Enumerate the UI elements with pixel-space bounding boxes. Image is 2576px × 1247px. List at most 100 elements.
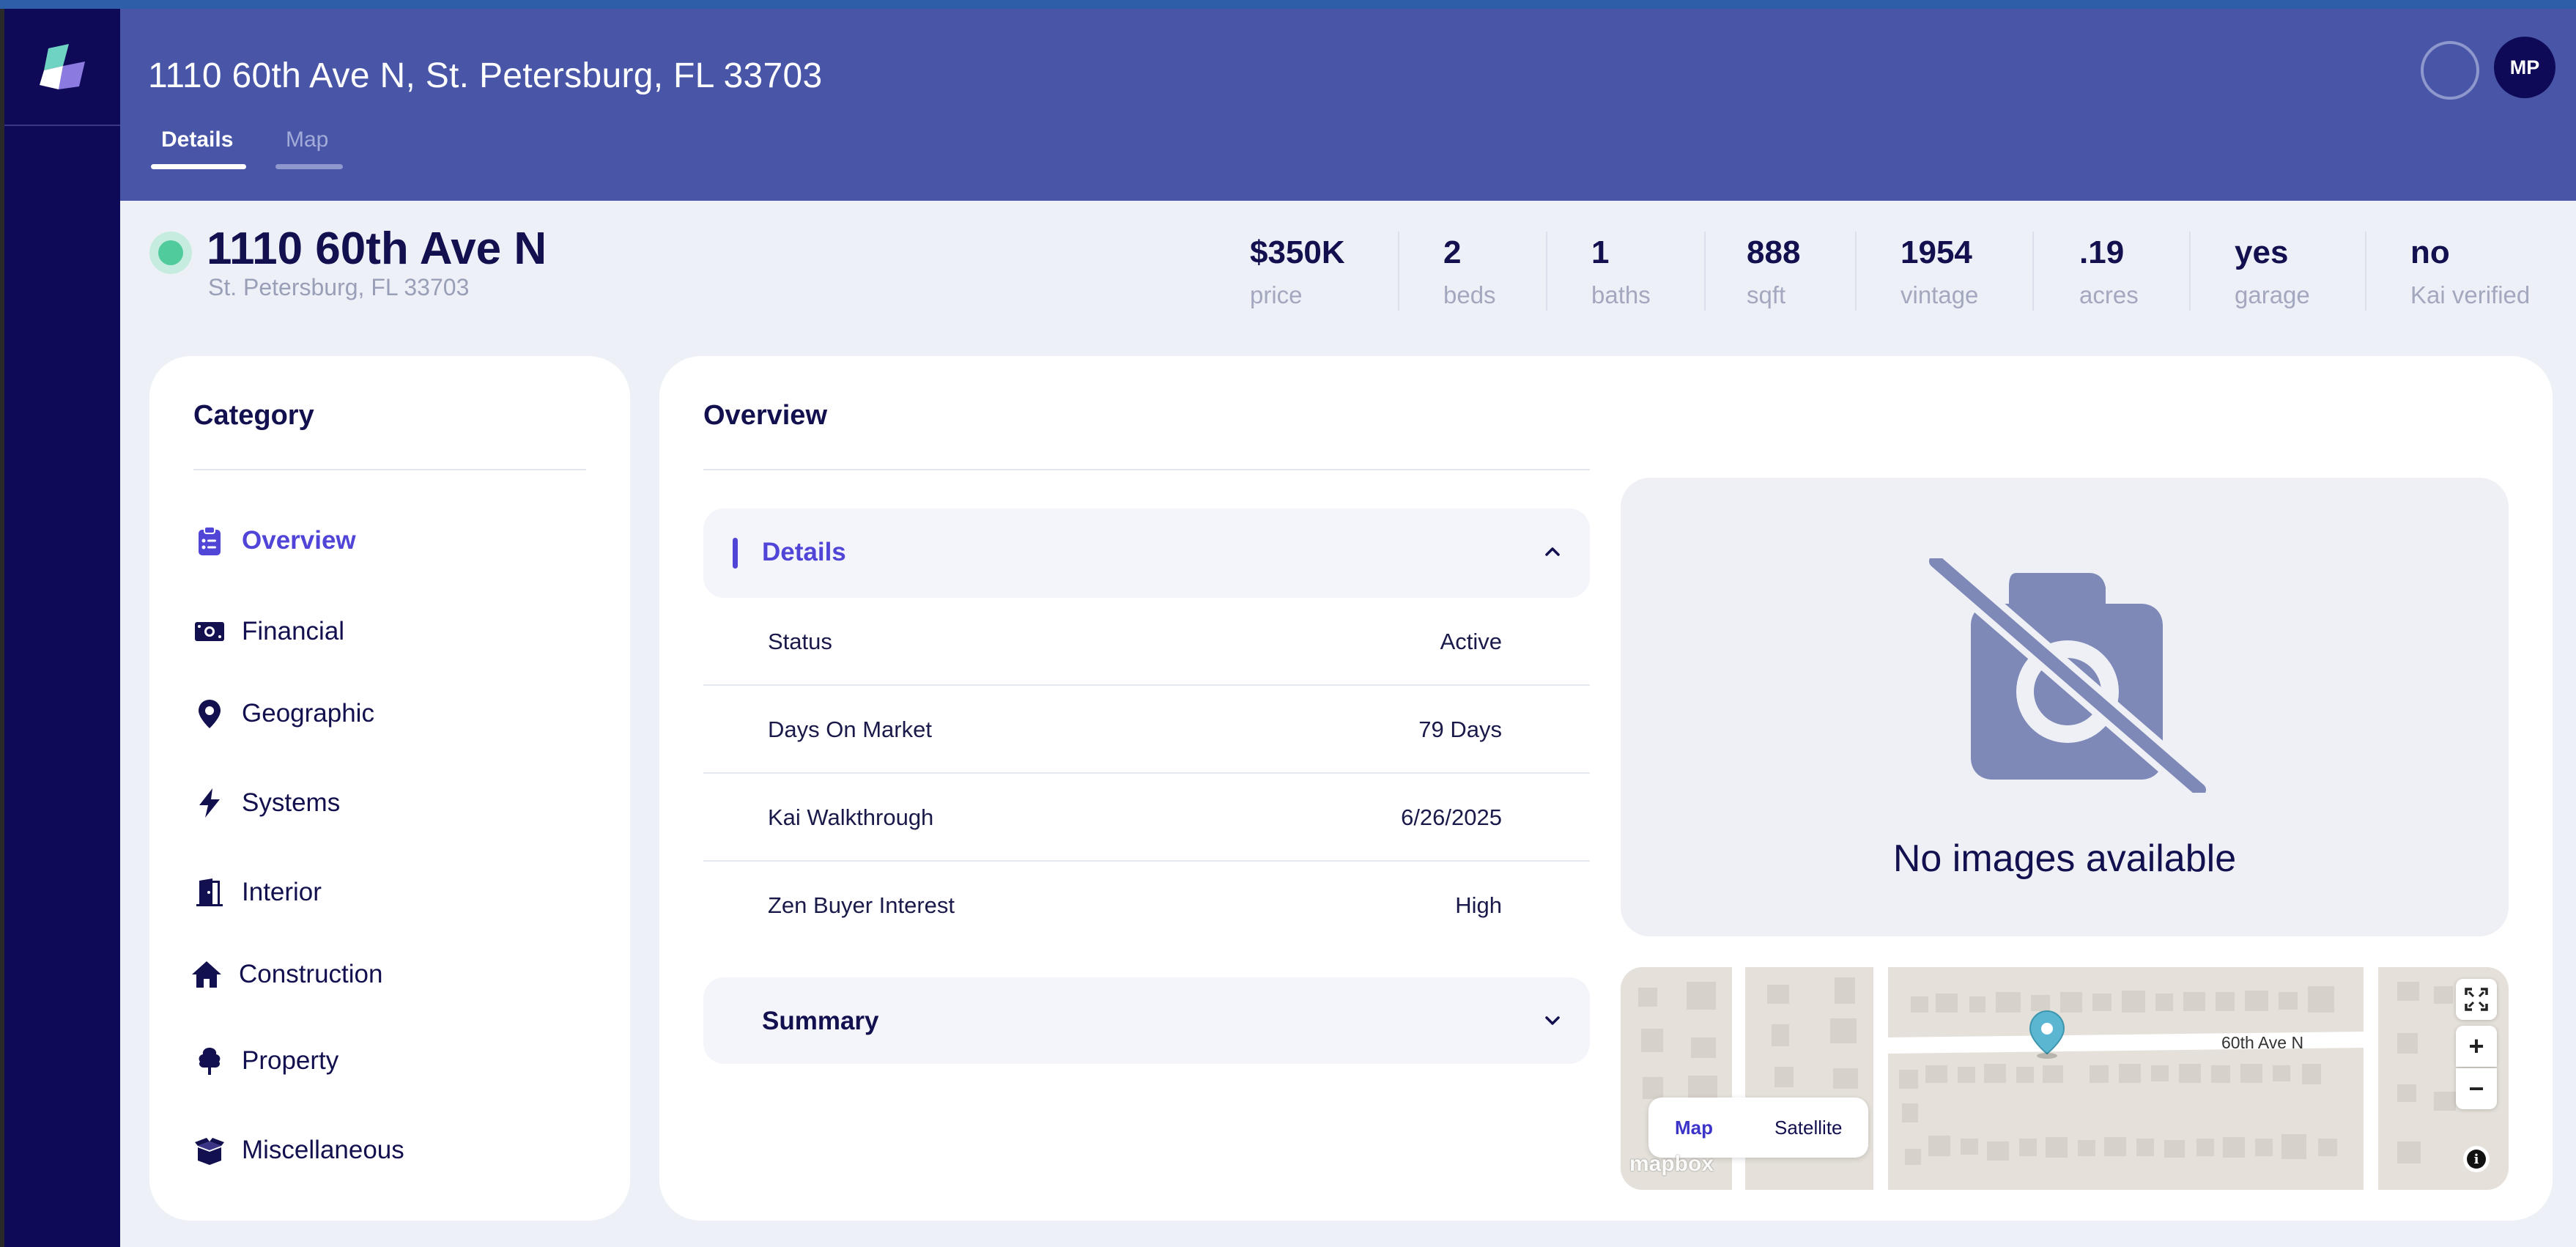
stat-price: $350K price bbox=[1250, 234, 1345, 309]
overview-card: Overview Details Status Active Days On M… bbox=[659, 356, 2553, 1221]
stat-divider bbox=[1398, 232, 1399, 311]
details-row-days-on-market: Days On Market 79 Days bbox=[703, 686, 1590, 774]
money-bill-icon bbox=[195, 622, 224, 641]
property-city: St. Petersburg, FL 33703 bbox=[208, 274, 470, 300]
category-item-label: Interior bbox=[242, 878, 322, 906]
stat-label: sqft bbox=[1747, 281, 1786, 308]
details-accordion-header[interactable]: Details bbox=[703, 508, 1590, 598]
map-type-map-button[interactable]: Map bbox=[1675, 1117, 1713, 1139]
row-key: Zen Buyer Interest bbox=[768, 892, 955, 918]
camera-slash-icon bbox=[1922, 558, 2213, 793]
stat-divider bbox=[1855, 232, 1857, 311]
details-row-kai-walkthrough: Kai Walkthrough 6/26/2025 bbox=[703, 774, 1590, 862]
overview-divider bbox=[703, 469, 1590, 470]
stat-label: acres bbox=[2079, 281, 2139, 308]
stat-value: 2 bbox=[1443, 234, 1462, 270]
map-pin-icon bbox=[199, 700, 221, 728]
stat-kai-verified: no Kai verified bbox=[2410, 234, 2530, 309]
street-label: 60th Ave N bbox=[2221, 1033, 2304, 1052]
stat-label: vintage bbox=[1900, 281, 1979, 308]
stat-garage: yes garage bbox=[2235, 234, 2310, 309]
page-title: 1110 60th Ave N, St. Petersburg, FL 3370… bbox=[148, 56, 823, 95]
door-open-icon bbox=[196, 878, 223, 906]
stat-value: $350K bbox=[1250, 234, 1345, 270]
category-item-systems[interactable]: Systems bbox=[193, 781, 340, 825]
stat-vintage: 1954 vintage bbox=[1900, 234, 1978, 309]
box-open-icon bbox=[195, 1138, 224, 1165]
page-header: 1110 60th Ave N, St. Petersburg, FL 3370… bbox=[120, 9, 2576, 201]
category-item-miscellaneous[interactable]: Miscellaneous bbox=[193, 1128, 404, 1172]
chevron-up-icon[interactable] bbox=[1541, 541, 1563, 563]
category-item-label: Construction bbox=[239, 960, 383, 988]
sidebar-divider bbox=[4, 125, 120, 126]
details-accordion-title: Details bbox=[762, 538, 846, 566]
zoom-in-icon[interactable]: + bbox=[2456, 1026, 2497, 1067]
category-item-financial[interactable]: Financial bbox=[193, 610, 344, 654]
app-sidebar bbox=[4, 9, 120, 1247]
stat-acres: .19 acres bbox=[2079, 234, 2139, 309]
category-item-property[interactable]: Property bbox=[193, 1039, 338, 1083]
stat-value: no bbox=[2410, 234, 2450, 270]
stat-value: 1 bbox=[1591, 234, 1610, 270]
row-value: High bbox=[1455, 892, 1502, 918]
stat-divider bbox=[2365, 232, 2366, 311]
tab-details[interactable]: Details bbox=[161, 127, 233, 152]
map-widget[interactable]: 60th Ave N Map Satellite mapbox + − i bbox=[1621, 967, 2509, 1190]
map-info-icon[interactable]: i bbox=[2463, 1146, 2490, 1172]
avatar[interactable]: MP bbox=[2494, 37, 2555, 98]
stat-value: 888 bbox=[1747, 234, 1801, 270]
overview-title: Overview bbox=[703, 400, 827, 431]
stat-label: price bbox=[1250, 281, 1303, 308]
category-item-label: Systems bbox=[242, 788, 341, 817]
mapbox-watermark[interactable]: mapbox bbox=[1629, 1152, 1714, 1177]
tab-details-underline bbox=[151, 164, 246, 169]
map-type-toggle: Map Satellite bbox=[1648, 1098, 1868, 1158]
stat-label: beds bbox=[1443, 281, 1496, 308]
map-type-satellite-button[interactable]: Satellite bbox=[1774, 1117, 1843, 1139]
summary-accordion-header[interactable]: Summary bbox=[703, 977, 1590, 1064]
status-indicator-icon bbox=[149, 232, 192, 274]
notification-circle-icon[interactable] bbox=[2421, 41, 2479, 100]
category-item-overview[interactable]: Overview bbox=[193, 519, 356, 563]
stat-divider bbox=[2189, 232, 2191, 311]
chevron-down-icon[interactable] bbox=[1541, 1010, 1563, 1032]
tab-map[interactable]: Map bbox=[286, 127, 328, 152]
category-divider bbox=[193, 469, 586, 470]
row-value: 79 Days bbox=[1418, 717, 1502, 742]
lightning-bolt-icon bbox=[199, 788, 220, 818]
stat-value: yes bbox=[2235, 234, 2289, 270]
row-value: 6/26/2025 bbox=[1401, 804, 1502, 830]
window-top-strip bbox=[0, 0, 2576, 9]
stat-value: .19 bbox=[2079, 234, 2125, 270]
category-item-label: Property bbox=[242, 1046, 339, 1075]
row-value: Active bbox=[1440, 629, 1502, 654]
category-item-geographic[interactable]: Geographic bbox=[193, 692, 374, 736]
stat-value: 1954 bbox=[1900, 234, 1972, 270]
stat-baths: 1 baths bbox=[1591, 234, 1651, 309]
stat-label: baths bbox=[1591, 281, 1651, 308]
row-key: Days On Market bbox=[768, 717, 932, 742]
details-row-zen-buyer-interest: Zen Buyer Interest High bbox=[703, 862, 1590, 950]
app-logo-icon[interactable] bbox=[34, 41, 92, 100]
stat-label: garage bbox=[2235, 281, 2310, 308]
stat-beds: 2 beds bbox=[1443, 234, 1496, 309]
stat-divider bbox=[2032, 232, 2034, 311]
category-item-label: Geographic bbox=[242, 699, 374, 728]
category-item-interior[interactable]: Interior bbox=[193, 870, 322, 914]
category-item-label: Financial bbox=[242, 617, 345, 645]
summary-accordion-title: Summary bbox=[762, 1007, 879, 1035]
stat-label: Kai verified bbox=[2410, 281, 2531, 308]
category-item-label: Miscellaneous bbox=[242, 1136, 404, 1164]
tree-icon bbox=[199, 1048, 221, 1075]
stat-divider bbox=[1546, 232, 1547, 311]
stat-sqft: 888 sqft bbox=[1747, 234, 1800, 309]
category-item-construction[interactable]: Construction bbox=[190, 952, 382, 996]
accordion-active-bar bbox=[733, 538, 738, 569]
property-name: 1110 60th Ave N bbox=[207, 223, 547, 274]
image-placeholder: No images available bbox=[1621, 478, 2509, 936]
tab-map-underline bbox=[275, 164, 343, 169]
fullscreen-icon[interactable] bbox=[2456, 979, 2497, 1020]
category-title: Category bbox=[193, 400, 314, 431]
house-icon bbox=[192, 961, 221, 988]
zoom-out-icon[interactable]: − bbox=[2456, 1068, 2497, 1109]
